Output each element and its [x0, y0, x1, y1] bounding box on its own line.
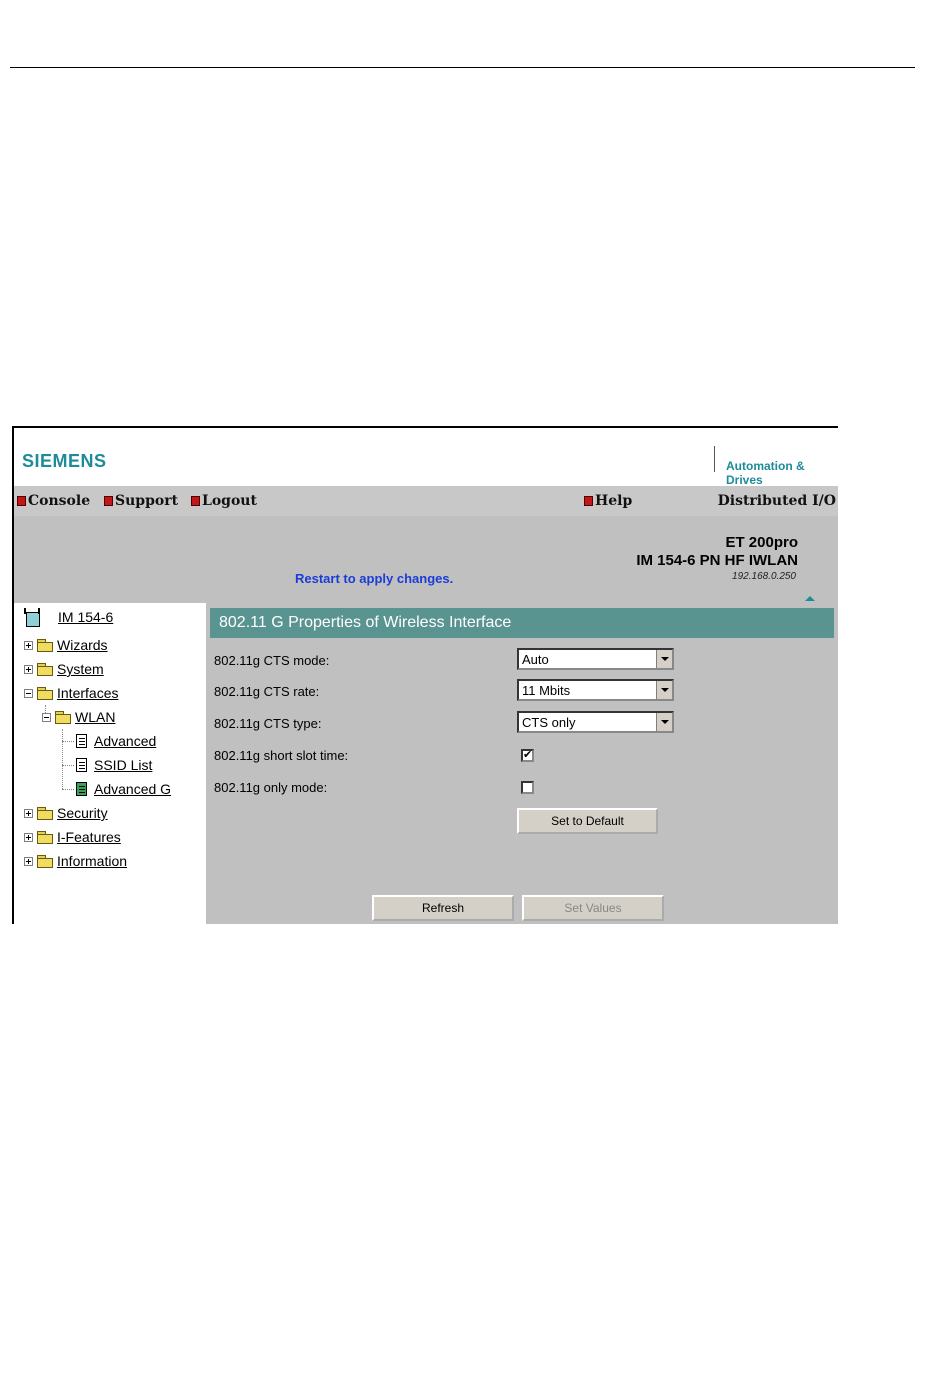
tree-item-advanced-g[interactable]: Advanced G: [76, 781, 171, 797]
dropdown-arrow-icon[interactable]: [656, 713, 672, 731]
tree-item-system[interactable]: System: [24, 661, 104, 677]
device-model: IM 154-6 PN HF IWLAN: [636, 552, 798, 569]
navigation-tree: IM 154-6 Wizards System Interfaces WLAN …: [14, 603, 206, 924]
menu-help[interactable]: Help: [584, 493, 632, 509]
expand-icon[interactable]: [24, 832, 33, 842]
menu-help-label: Help: [595, 493, 633, 509]
cts-rate-label: 802.11g CTS rate:: [214, 684, 320, 699]
collapse-icon[interactable]: [42, 712, 51, 722]
tree-item-label: Information: [57, 853, 128, 869]
cts-mode-label: 802.11g CTS mode:: [214, 653, 330, 668]
expand-icon[interactable]: [24, 640, 33, 650]
tree-item-wizards[interactable]: Wizards: [24, 637, 108, 653]
folder-icon: [37, 855, 53, 868]
tree-connector: [62, 765, 74, 766]
only-mode-checkbox[interactable]: [521, 781, 534, 794]
tree-item-label: Interfaces: [57, 685, 119, 701]
menu-logout[interactable]: Logout: [191, 493, 257, 509]
tree-item-information[interactable]: Information: [24, 853, 127, 869]
tree-item-label: SSID List: [94, 757, 153, 773]
restart-message: Restart to apply changes.: [295, 571, 454, 586]
tree-root-label: IM 154-6: [58, 609, 114, 625]
menu-bar: Console Support Logout Help Distributed …: [14, 486, 838, 516]
tree-item-wlan[interactable]: WLAN: [42, 709, 115, 725]
expand-icon[interactable]: [24, 664, 33, 674]
short-slot-label: 802.11g short slot time:: [214, 748, 349, 763]
tree-item-label: Security: [57, 805, 108, 821]
browser-frame: SIEMENS Automation & Drives Console Supp…: [12, 426, 838, 924]
cts-mode-value: Auto: [522, 652, 549, 667]
tree-item-label: Advanced: [94, 733, 157, 749]
collapse-icon[interactable]: [24, 688, 33, 698]
cts-type-label: 802.11g CTS type:: [214, 716, 322, 731]
refresh-button[interactable]: Refresh: [372, 895, 514, 921]
cts-rate-value: 11 Mbits: [522, 683, 571, 698]
cts-mode-select[interactable]: Auto: [517, 648, 674, 670]
expand-icon[interactable]: [24, 856, 33, 866]
menu-console-label: Console: [28, 493, 91, 509]
open-folder-icon: [55, 711, 71, 724]
tree-item-label: I-Features: [57, 829, 121, 845]
device-ip: 192.168.0.250: [732, 571, 796, 582]
document-icon: [76, 782, 87, 796]
tree-connector: [62, 789, 74, 790]
siemens-logo: SIEMENS: [22, 451, 107, 471]
menu-console[interactable]: Console: [17, 493, 90, 509]
set-values-button[interactable]: Set Values: [522, 895, 664, 921]
bullet-icon: [17, 496, 26, 506]
tree-item-ssid-list[interactable]: SSID List: [76, 757, 152, 773]
tree-connector: [62, 729, 63, 789]
only-mode-label: 802.11g only mode:: [214, 780, 328, 795]
tree-item-advanced[interactable]: Advanced: [76, 733, 156, 749]
set-to-default-button[interactable]: Set to Default: [517, 808, 658, 834]
folder-icon: [37, 639, 53, 652]
dropdown-arrow-icon[interactable]: [656, 681, 672, 699]
status-bar: Restart to apply changes. ET 200pro IM 1…: [14, 516, 838, 603]
header-divider: [714, 446, 715, 472]
product-line-label: Distributed I/O: [717, 493, 836, 509]
tree-item-label: Advanced G: [94, 781, 172, 797]
cts-type-select[interactable]: CTS only: [517, 711, 674, 733]
panel-title-bar: 802.11 G Properties of Wireless Interfac…: [210, 608, 834, 638]
device-family: ET 200pro: [725, 534, 798, 551]
tree-item-i-features[interactable]: I-Features: [24, 829, 121, 845]
bullet-icon: [104, 496, 113, 506]
dropdown-arrow-icon[interactable]: [656, 650, 672, 668]
header: SIEMENS Automation & Drives: [14, 428, 838, 487]
content-panel: 802.11 G Properties of Wireless Interfac…: [206, 603, 838, 924]
tree-item-label: WLAN: [75, 709, 116, 725]
document-icon: [76, 734, 87, 748]
bullet-icon: [191, 496, 200, 506]
tree-connector: [62, 741, 74, 742]
menu-support[interactable]: Support: [104, 493, 178, 509]
folder-icon: [37, 663, 53, 676]
device-icon: [24, 608, 40, 627]
division-label: Automation & Drives: [726, 459, 805, 487]
collapse-arrow-icon[interactable]: [805, 596, 815, 601]
bullet-icon: [584, 496, 593, 506]
tree-item-security[interactable]: Security: [24, 805, 108, 821]
cts-type-value: CTS only: [522, 715, 576, 730]
folder-icon: [37, 807, 53, 820]
folder-icon: [37, 831, 53, 844]
tree-item-label: System: [57, 661, 104, 677]
document-icon: [76, 758, 87, 772]
page-top-rule: [10, 67, 915, 68]
tree-root[interactable]: IM 154-6: [24, 608, 114, 627]
menu-support-label: Support: [115, 493, 179, 509]
expand-icon[interactable]: [24, 808, 33, 818]
tree-item-label: Wizards: [57, 637, 108, 653]
menu-logout-label: Logout: [202, 493, 257, 509]
tree-item-interfaces[interactable]: Interfaces: [24, 685, 118, 701]
panel-title: 802.11 G Properties of Wireless Interfac…: [219, 614, 512, 631]
cts-rate-select[interactable]: 11 Mbits: [517, 679, 674, 701]
short-slot-checkbox[interactable]: ✔: [521, 749, 534, 762]
open-folder-icon: [37, 687, 53, 700]
